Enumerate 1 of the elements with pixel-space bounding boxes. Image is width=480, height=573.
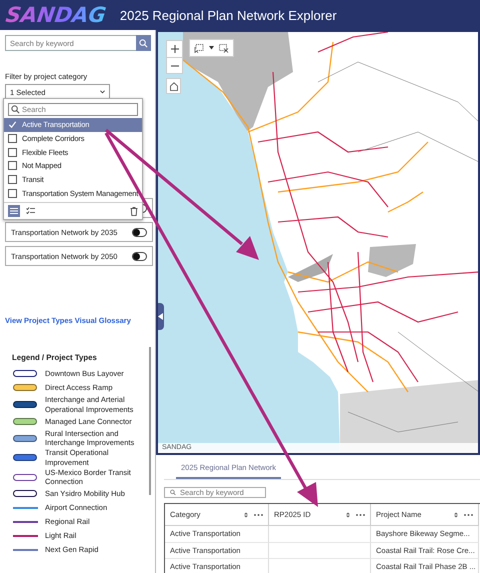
app-title: 2025 Regional Plan Network Explorer [120, 8, 337, 22]
